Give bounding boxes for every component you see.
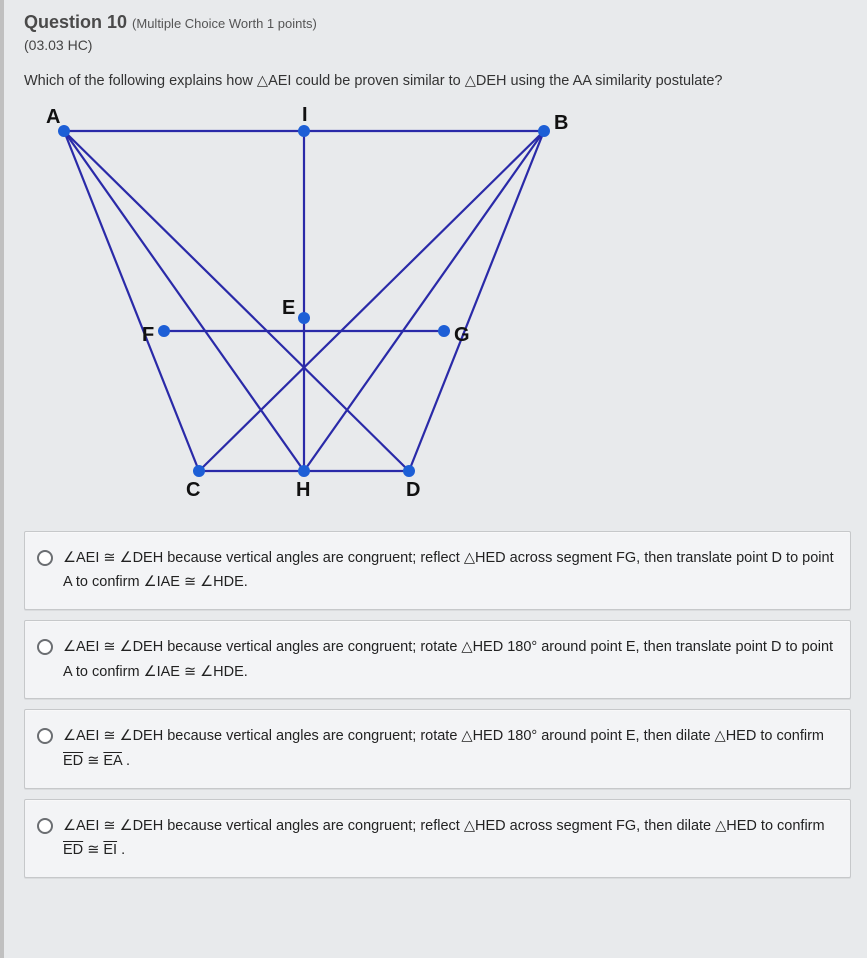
option-4[interactable]: ∠AEI ≅ ∠DEH because vertical angles are … xyxy=(24,799,851,878)
label-H: H xyxy=(296,479,310,501)
option-3-text: ∠AEI ≅ ∠DEH because vertical angles are … xyxy=(63,724,836,773)
radio-icon[interactable] xyxy=(37,818,53,834)
question-header: Question 10 (Multiple Choice Worth 1 poi… xyxy=(24,12,851,33)
diagram-svg: A I B F E G C H D xyxy=(24,101,584,511)
question-worth: (Multiple Choice Worth 1 points) xyxy=(132,16,317,31)
question-prompt: Which of the following explains how △AEI… xyxy=(24,71,851,93)
question-number: Question 10 xyxy=(24,12,127,32)
label-E: E xyxy=(282,297,295,319)
label-F: F xyxy=(142,324,154,346)
label-A: A xyxy=(46,106,60,128)
label-G: G xyxy=(454,324,470,346)
option-4-text: ∠AEI ≅ ∠DEH because vertical angles are … xyxy=(63,814,836,863)
radio-icon[interactable] xyxy=(37,639,53,655)
question-code: (03.03 HC) xyxy=(24,37,851,53)
option-2-text: ∠AEI ≅ ∠DEH because vertical angles are … xyxy=(63,635,836,684)
option-1[interactable]: ∠AEI ≅ ∠DEH because vertical angles are … xyxy=(24,531,851,610)
radio-icon[interactable] xyxy=(37,728,53,744)
question-page: Question 10 (Multiple Choice Worth 1 poi… xyxy=(0,0,867,958)
option-2[interactable]: ∠AEI ≅ ∠DEH because vertical angles are … xyxy=(24,620,851,699)
geometry-diagram: A I B F E G C H D xyxy=(24,101,851,511)
label-B: B xyxy=(554,112,568,134)
option-3[interactable]: ∠AEI ≅ ∠DEH because vertical angles are … xyxy=(24,709,851,788)
radio-icon[interactable] xyxy=(37,550,53,566)
label-D: D xyxy=(406,479,420,501)
label-I: I xyxy=(302,104,308,126)
label-C: C xyxy=(186,479,200,501)
option-1-text: ∠AEI ≅ ∠DEH because vertical angles are … xyxy=(63,546,836,595)
